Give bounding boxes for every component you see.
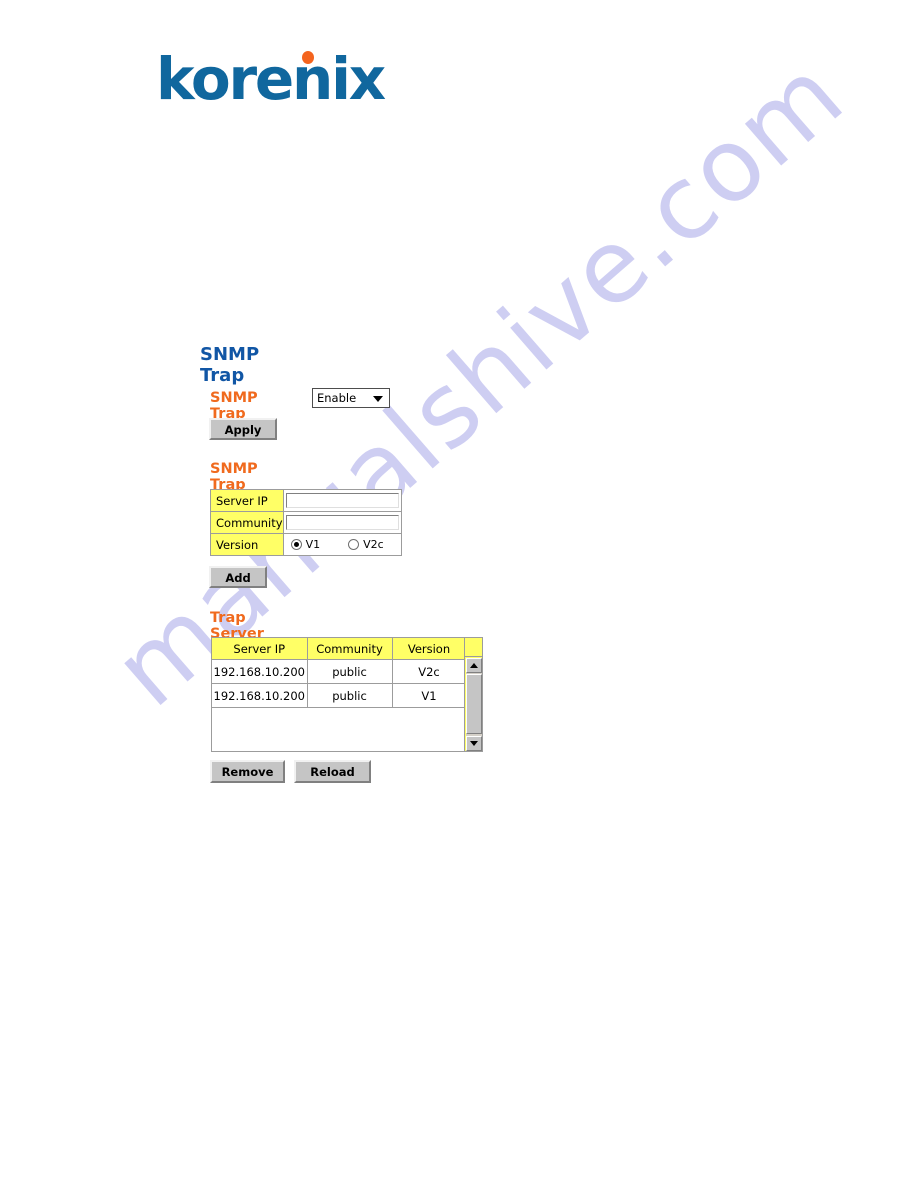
col-header-version: Version [392, 638, 467, 660]
cell-server-ip: 192.168.10.200 [212, 659, 308, 684]
community-label: Community [210, 511, 284, 534]
form-row-version: Version V1 V2c [210, 533, 402, 556]
community-field-cell [282, 511, 402, 534]
radio-v2c-label: V2c [363, 538, 384, 551]
scrollbar-thumb[interactable] [466, 674, 482, 734]
version-field-cell: V1 V2c [282, 533, 402, 556]
server-ip-label: Server IP [210, 489, 284, 512]
profile-scrollbar[interactable] [464, 638, 482, 751]
watermark-text: manualshive.com [92, 34, 866, 730]
chevron-down-icon [373, 396, 383, 402]
version-radio-group: V1 V2c [286, 538, 399, 551]
radio-v1-label: V1 [305, 538, 321, 551]
cell-community: public [307, 659, 393, 684]
apply-button[interactable]: Apply [209, 418, 277, 440]
form-row-community: Community [210, 511, 402, 534]
version-label: Version [210, 533, 284, 556]
logo-wordmark: korenix [156, 45, 386, 113]
table-row[interactable]: 192.168.10.200 public V2c [212, 659, 467, 684]
col-header-server-ip: Server IP [212, 638, 308, 660]
server-ip-input[interactable] [285, 493, 399, 508]
server-ip-field-cell [282, 489, 402, 512]
cell-version: V2c [392, 659, 467, 684]
watermark-layer: manualshive.com [0, 0, 918, 1188]
scroll-down-button[interactable] [466, 736, 482, 751]
form-row-server-ip: Server IP [210, 489, 402, 512]
cell-server-ip: 192.168.10.200 [212, 683, 308, 708]
trap-server-profile-panel: Server IP Community Version 192.168.10.2… [211, 637, 483, 752]
trap-server-profile-table: Server IP Community Version 192.168.10.2… [212, 638, 467, 708]
table-row[interactable]: 192.168.10.200 public V1 [212, 683, 467, 708]
radio-v1[interactable] [290, 539, 302, 550]
scrollbar-track[interactable] [466, 658, 482, 751]
korenix-logo: korenix [156, 45, 386, 113]
arrow-up-icon [470, 663, 478, 668]
col-header-community: Community [307, 638, 393, 660]
cell-community: public [307, 683, 393, 708]
snmp-trap-enable-select[interactable]: Enable [312, 388, 390, 408]
add-button[interactable]: Add [209, 566, 267, 588]
snmp-trap-server-form: Server IP Community Version V1 V2c [210, 489, 402, 556]
cell-version: V1 [392, 683, 467, 708]
remove-button[interactable]: Remove [210, 760, 285, 783]
logo-orange-dot-icon [302, 51, 314, 64]
scrollbar-header-spacer [465, 638, 482, 657]
radio-v2c[interactable] [348, 539, 360, 550]
page-title: SNMP Trap [200, 344, 260, 386]
arrow-down-icon [470, 741, 478, 746]
snmp-trap-enable-select-value: Enable [317, 391, 357, 405]
table-header-row: Server IP Community Version [212, 638, 467, 660]
scroll-up-button[interactable] [466, 658, 482, 673]
community-input[interactable] [285, 515, 399, 530]
reload-button[interactable]: Reload [294, 760, 371, 783]
